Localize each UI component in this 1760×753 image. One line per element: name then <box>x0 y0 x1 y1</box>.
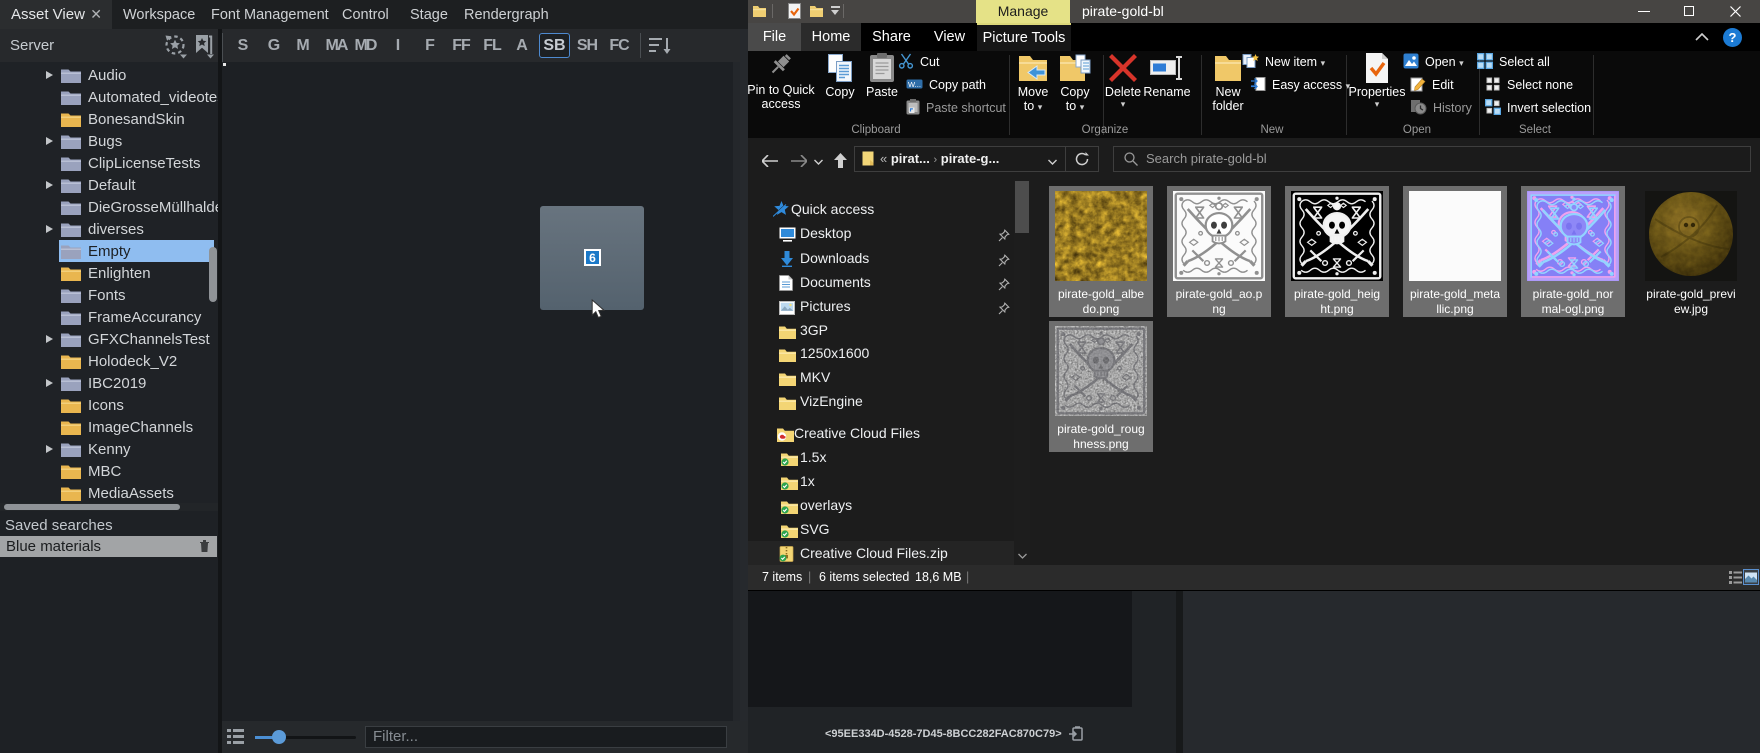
svg-text:W...: W... <box>908 80 921 89</box>
